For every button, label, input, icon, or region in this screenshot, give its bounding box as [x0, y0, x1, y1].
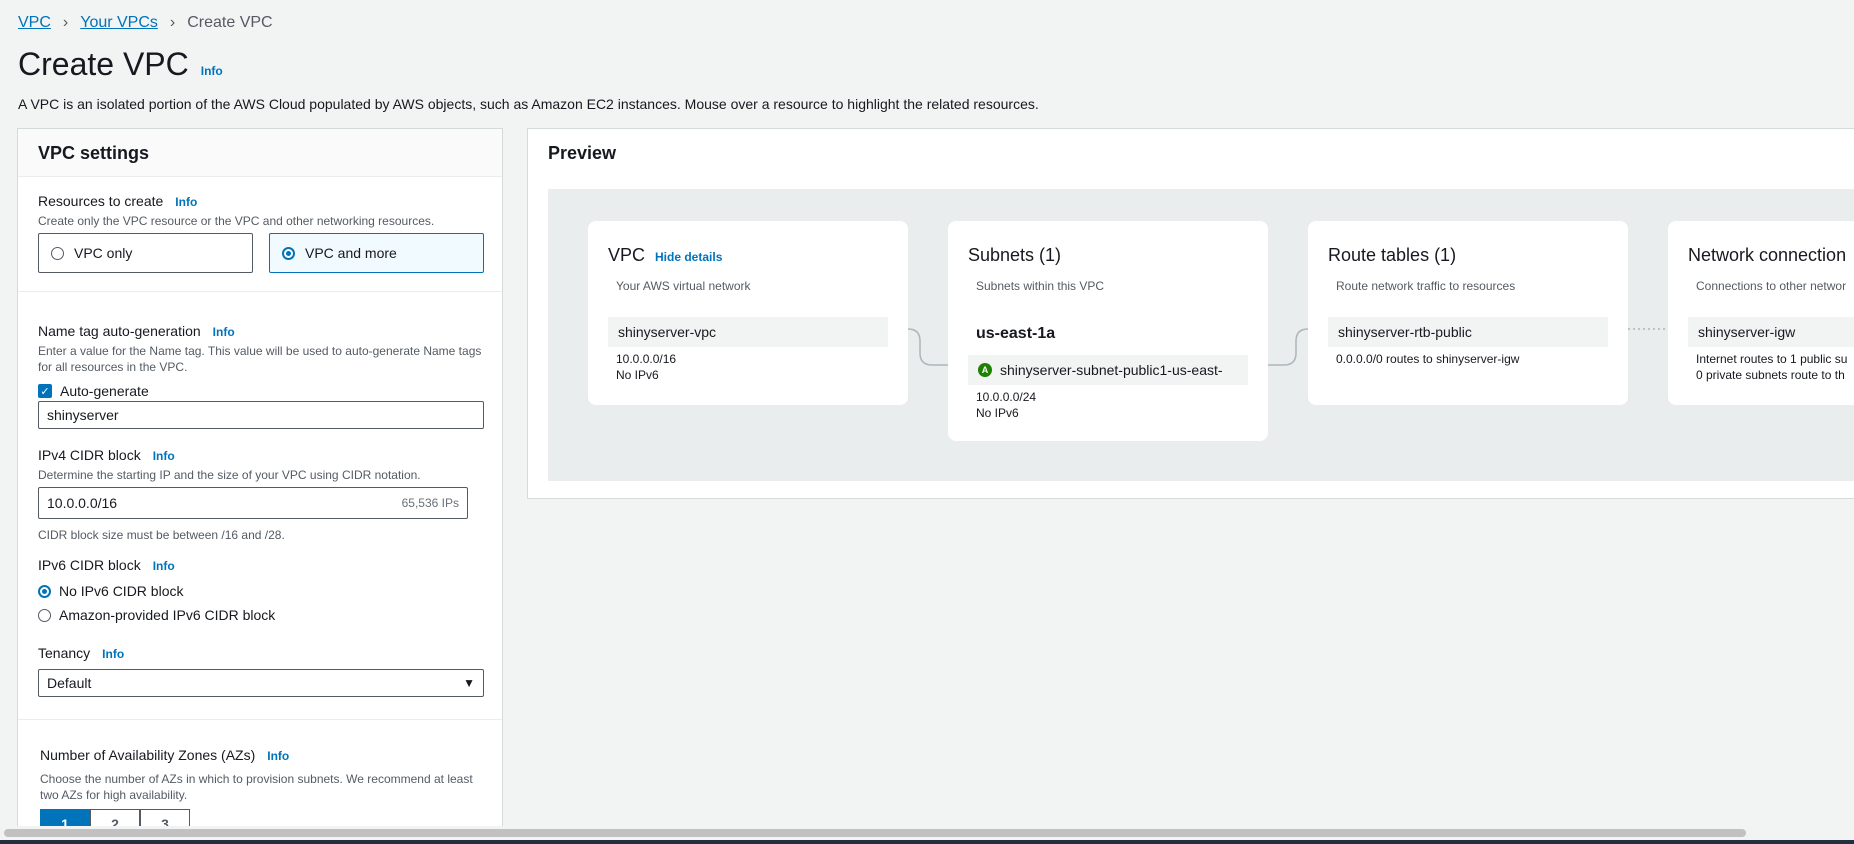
network-connections-card: Network connection Connections to other … — [1668, 221, 1854, 405]
route-tables-card-subtitle: Route network traffic to resources — [1336, 279, 1516, 293]
page-description: A VPC is an isolated portion of the AWS … — [18, 96, 1039, 112]
ipv6-info-link[interactable]: Info — [153, 559, 175, 573]
ipv6-none-option[interactable]: No IPv6 CIDR block — [38, 583, 275, 599]
vpc-only-label: VPC only — [74, 245, 133, 261]
resources-info-link[interactable]: Info — [175, 195, 197, 209]
vpc-cidr: 10.0.0.0/16 — [616, 352, 677, 366]
ipv4-info-link[interactable]: Info — [153, 449, 175, 463]
ipv4-cidr-input[interactable]: 10.0.0.0/16 65,536 IPs — [38, 487, 468, 519]
caret-down-icon: ▼ — [463, 676, 475, 690]
route-table-resource[interactable]: shinyserver-rtb-public — [1328, 317, 1608, 347]
vpc-settings-panel: VPC settings Resources to create Info Cr… — [17, 128, 503, 828]
vpc-only-option[interactable]: VPC only — [38, 233, 253, 273]
tenancy-label: Tenancy — [38, 645, 91, 661]
auto-generate-checkbox[interactable]: ✓ — [38, 384, 52, 398]
subnets-card: Subnets (1) Subnets within this VPC us-e… — [948, 221, 1268, 441]
igw-detail-private: 0 private subnets route to th — [1696, 368, 1845, 382]
tenancy-select[interactable]: Default ▼ — [38, 669, 484, 697]
resources-radio-group: VPC only VPC and more — [38, 233, 484, 273]
name-tag-input[interactable]: shinyserver — [38, 401, 484, 429]
igw-resource-details: Internet routes to 1 public su 0 private… — [1696, 351, 1847, 383]
igw-detail-public: Internet routes to 1 public su — [1696, 352, 1848, 366]
ipv4-ip-count: 65,536 IPs — [401, 496, 459, 510]
vpc-and-more-option[interactable]: VPC and more — [269, 233, 484, 273]
chevron-right-icon: › — [169, 14, 176, 31]
azs-label: Number of Availability Zones (AZs) — [40, 747, 256, 763]
name-tag-value: shinyserver — [47, 407, 119, 423]
ipv6-amazon-label: Amazon-provided IPv6 CIDR block — [59, 607, 276, 623]
radio-icon — [38, 608, 51, 622]
preview-header: Preview — [548, 143, 617, 163]
name-tag-desc: Enter a value for the Name tag. This val… — [38, 344, 482, 374]
tenancy-field: Tenancy Info — [38, 645, 124, 661]
azs-desc: Choose the number of AZs in which to pro… — [40, 772, 473, 802]
subnet-cidr: 10.0.0.0/24 — [976, 390, 1037, 404]
auto-generate-label: Auto-generate — [60, 383, 149, 399]
resources-field: Resources to create Info Create only the… — [38, 193, 434, 229]
breadcrumb-your-vpcs-link[interactable]: Your VPCs — [80, 14, 158, 32]
vpc-settings-header: VPC settings — [18, 129, 502, 177]
igw-resource[interactable]: shinyserver-igw — [1688, 317, 1854, 347]
radio-selected-icon — [38, 584, 51, 598]
route-tables-card: Route tables (1) Route network traffic t… — [1308, 221, 1628, 405]
ipv4-hint: CIDR block size must be between /16 and … — [38, 528, 285, 542]
chevron-right-icon: › — [62, 14, 69, 31]
azs-field: Number of Availability Zones (AZs) Info … — [40, 747, 486, 803]
tenancy-value: Default — [47, 675, 92, 691]
vpc-resource[interactable]: shinyserver-vpc — [608, 317, 888, 347]
vpc-and-more-label: VPC and more — [305, 245, 397, 261]
ipv4-cidr-value: 10.0.0.0/16 — [47, 495, 118, 511]
route-tables-card-title: Route tables (1) — [1328, 245, 1457, 265]
breadcrumb-current: Create VPC — [187, 14, 273, 31]
radio-icon — [51, 246, 64, 260]
name-tag-info-link[interactable]: Info — [213, 325, 235, 339]
ipv4-desc: Determine the starting IP and the size o… — [38, 468, 421, 482]
vpc-card: VPC Hide details Your AWS virtual networ… — [588, 221, 908, 405]
subnets-card-subtitle: Subnets within this VPC — [976, 279, 1105, 293]
page-title-text: Create VPC — [18, 46, 189, 82]
subnet-resource-details: 10.0.0.0/24 No IPv6 — [976, 389, 1036, 421]
ipv4-field: IPv4 CIDR block Info Determine the start… — [38, 447, 421, 483]
igw-resource-name: shinyserver-igw — [1698, 324, 1796, 340]
network-connections-card-subtitle: Connections to other networ — [1696, 279, 1847, 293]
vpc-resource-details: 10.0.0.0/16 No IPv6 — [616, 351, 676, 383]
divider — [18, 719, 502, 720]
breadcrumb: VPC › Your VPCs › Create VPC — [18, 14, 273, 32]
ipv6-field: IPv6 CIDR block Info No IPv6 CIDR block … — [38, 557, 275, 623]
ipv6-none-label: No IPv6 CIDR block — [59, 583, 184, 599]
ipv6-amazon-option[interactable]: Amazon-provided IPv6 CIDR block — [38, 607, 275, 623]
radio-selected-icon — [282, 246, 295, 260]
resources-label: Resources to create — [38, 193, 164, 209]
ipv6-label: IPv6 CIDR block — [38, 557, 141, 573]
availability-zone-badge-icon: A — [978, 363, 992, 377]
page-title: Create VPC Info — [18, 46, 223, 83]
subnet-ipv6: No IPv6 — [976, 406, 1019, 420]
subnet-az-label: us-east-1a — [976, 325, 1056, 342]
azs-info-link[interactable]: Info — [267, 749, 289, 763]
resources-desc: Create only the VPC resource or the VPC … — [38, 214, 435, 228]
preview-panel: Preview VPC Hide details Your AWS virtua… — [527, 128, 1854, 499]
subnets-card-title: Subnets (1) — [968, 245, 1062, 265]
divider — [18, 291, 502, 292]
vpc-resource-name: shinyserver-vpc — [618, 324, 717, 340]
name-tag-label: Name tag auto-generation — [38, 323, 201, 339]
hide-details-link[interactable]: Hide details — [655, 250, 722, 264]
subnet-resource[interactable]: A shinyserver-subnet-public1-us-east- — [968, 355, 1248, 385]
route-table-detail: 0.0.0.0/0 routes to shinyserver-igw — [1336, 352, 1520, 366]
route-table-resource-name: shinyserver-rtb-public — [1338, 324, 1472, 340]
vpc-card-title: VPC — [608, 245, 646, 265]
subnet-resource-name: shinyserver-subnet-public1-us-east- — [1000, 362, 1223, 378]
name-tag-field: Name tag auto-generation Info Enter a va… — [38, 323, 484, 399]
title-info-link[interactable]: Info — [201, 64, 223, 78]
tenancy-info-link[interactable]: Info — [102, 647, 124, 661]
scrollbar-thumb[interactable] — [4, 829, 1746, 837]
ipv4-label: IPv4 CIDR block — [38, 447, 141, 463]
breadcrumb-vpc-link[interactable]: VPC — [18, 14, 51, 32]
network-connections-card-title: Network connection — [1688, 245, 1847, 265]
preview-canvas: VPC Hide details Your AWS virtual networ… — [548, 189, 1854, 481]
bottom-bar — [0, 840, 1854, 844]
vpc-card-subtitle: Your AWS virtual network — [616, 279, 751, 293]
vpc-ipv6: No IPv6 — [616, 368, 659, 382]
